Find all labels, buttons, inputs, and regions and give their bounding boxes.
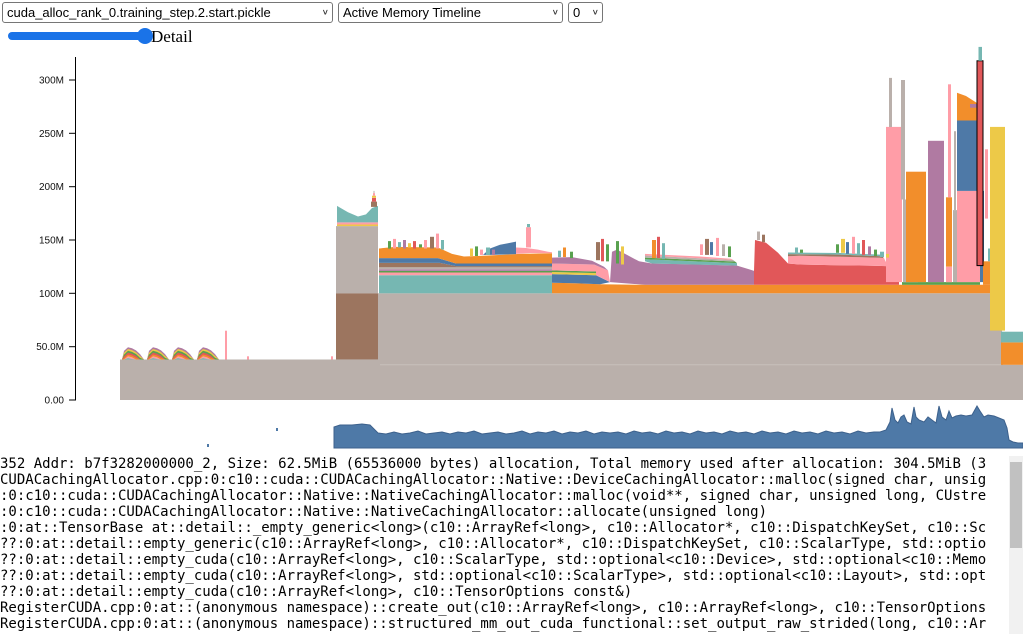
detail-slider[interactable]	[8, 29, 148, 43]
trace-pane-scrollbar[interactable]	[1009, 456, 1023, 634]
chevron-down-icon: ∨	[322, 8, 329, 17]
snapshot-file-select[interactable]: cuda_alloc_rank_0.training_step.2.start.…	[2, 2, 333, 23]
snapshot-file-value: cuda_alloc_rank_0.training_step.2.start.…	[7, 5, 271, 20]
allocation-stack-trace-pane: 352 Addr: b7f3282000000_2, Size: 62.5MiB…	[0, 456, 1009, 634]
gpu-index-value: 0	[573, 5, 580, 20]
svg-text:50.0M: 50.0M	[36, 342, 64, 353]
stack-frame-line: :0:at::TensorBase at::detail::_empty_gen…	[0, 520, 1009, 536]
svg-text:300M: 300M	[39, 76, 64, 87]
stack-frame-line: ??:0:at::detail::empty_cuda(c10::ArrayRe…	[0, 568, 1009, 584]
svg-text:100M: 100M	[39, 289, 64, 300]
svg-text:0.00: 0.00	[45, 396, 65, 407]
memory-viz-app: 300M 250M 200M 150M 100M 50.0M 0.00 cuda_alloc…	[0, 0, 1023, 634]
view-mode-select[interactable]: Active Memory Timeline ∨	[338, 2, 563, 23]
stack-frame-line: RegisterCUDA.cpp:0:at::(anonymous namesp…	[0, 600, 1009, 616]
stack-frame-line: :0:c10::cuda::CUDACachingAllocator::Nati…	[0, 504, 1009, 520]
memory-timeline-chart[interactable]: 300M 250M 200M 150M 100M 50.0M 0.00	[0, 0, 1023, 452]
minimap-overview[interactable]	[334, 406, 1023, 448]
detail-label: Detail	[151, 27, 193, 47]
stack-frame-line: :0:c10::cuda::CUDACachingAllocator::Nati…	[0, 488, 1009, 504]
svg-text:150M: 150M	[39, 236, 64, 247]
toolbar: cuda_alloc_rank_0.training_step.2.start.…	[2, 2, 603, 23]
stack-frame-line: CUDACachingAllocator.cpp:0:c10::cuda::CU…	[0, 472, 1009, 488]
view-mode-value: Active Memory Timeline	[343, 5, 481, 20]
stack-frame-line: ??:0:at::detail::empty_cuda(c10::ArrayRe…	[0, 584, 1009, 600]
chevron-down-icon: ∨	[552, 8, 559, 17]
svg-text:250M: 250M	[39, 129, 64, 140]
stack-frame-line: 352 Addr: b7f3282000000_2, Size: 62.5MiB…	[0, 456, 1009, 472]
gpu-index-select[interactable]: 0 ∨	[568, 2, 603, 23]
svg-text:200M: 200M	[39, 182, 64, 193]
stack-frame-line: ??:0:at::detail::empty_cuda(c10::ArrayRe…	[0, 552, 1009, 568]
stack-frame-line: ??:0:at::detail::empty_generic(c10::Arra…	[0, 536, 1009, 552]
slider-track[interactable]	[8, 32, 148, 40]
stack-frame-line: RegisterCUDA.cpp:0:at::(anonymous namesp…	[0, 616, 1009, 632]
trace-pane-scrollbar-thumb[interactable]	[1010, 462, 1022, 548]
chevron-down-icon: ∨	[592, 8, 599, 17]
